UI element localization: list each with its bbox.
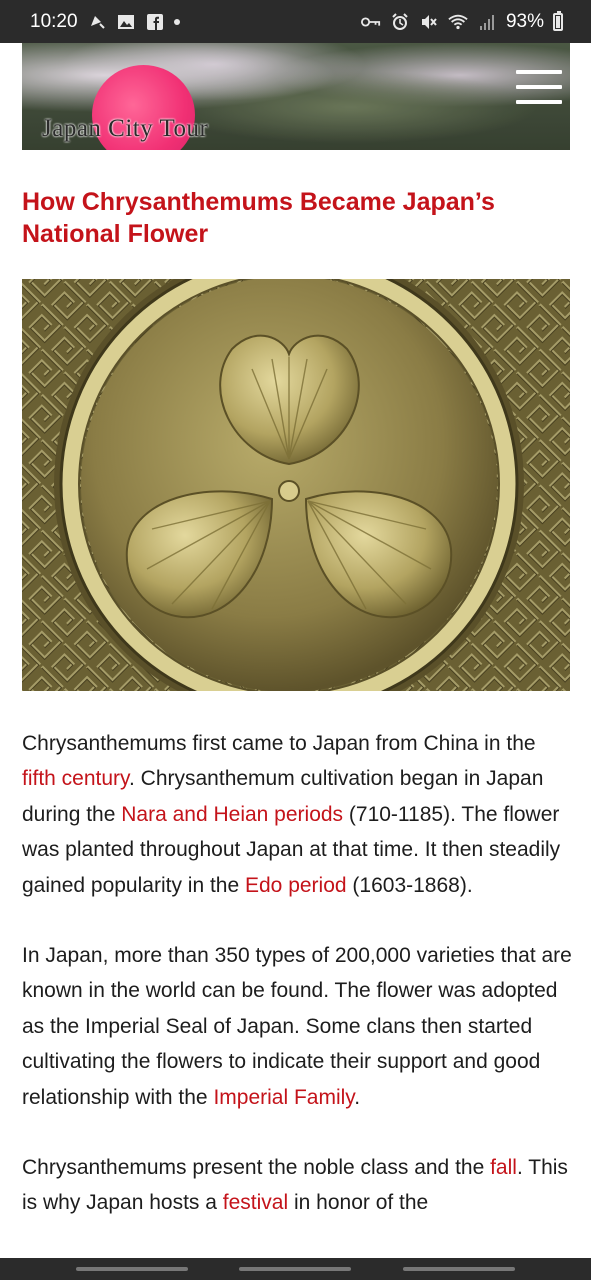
status-right: 93% xyxy=(360,10,563,33)
system-nav-bar xyxy=(0,1258,591,1280)
wifi-icon xyxy=(448,12,468,32)
article-hero-image xyxy=(22,279,570,691)
site-logo[interactable]: Japan City Tour xyxy=(42,115,208,143)
link-edo-period[interactable]: Edo period xyxy=(245,874,347,897)
site-header: Japan City Tour xyxy=(22,43,570,150)
link-festival[interactable]: festival xyxy=(223,1191,288,1214)
notification-muted-icon xyxy=(87,12,107,32)
link-nara-heian-periods[interactable]: Nara and Heian periods xyxy=(121,803,343,826)
status-time: 10:20 xyxy=(30,10,78,32)
logo-circle xyxy=(92,65,195,150)
article-paragraph: Chrysanthemums first came to Japan from … xyxy=(22,726,574,903)
battery-icon xyxy=(553,10,563,31)
paragraph-text: . xyxy=(354,1085,361,1109)
article-paragraph: Chrysanthemums present the noble class a… xyxy=(22,1150,574,1221)
article-title: How Chrysanthemums Became Japan’s Nation… xyxy=(22,188,495,248)
status-bar: 10:20 93% xyxy=(0,0,591,43)
nav-recents-button[interactable] xyxy=(75,1267,188,1271)
nav-home-button[interactable] xyxy=(239,1267,352,1271)
paragraph-text: Chrysanthemums first came to Japan from … xyxy=(22,732,536,755)
menu-line xyxy=(516,85,562,89)
alarm-icon xyxy=(390,12,410,32)
battery-percent: 93% xyxy=(505,10,544,32)
paragraph-text: Chrysanthemums present the noble class a… xyxy=(22,1156,491,1180)
status-left: 10:20 xyxy=(30,11,180,33)
signal-icon xyxy=(477,12,497,32)
more-dot-icon xyxy=(173,18,180,25)
vpn-key-icon xyxy=(360,12,381,32)
paragraph-text: (1603-1868). xyxy=(346,873,473,897)
facebook-icon xyxy=(145,12,165,32)
menu-line xyxy=(516,70,562,74)
link-fifth-century[interactable]: fifth century xyxy=(22,767,129,790)
paragraph-text: In Japan, more than 350 types of 200,000… xyxy=(22,944,572,1109)
paragraph-text: in honor of the xyxy=(288,1191,429,1215)
link-imperial-family[interactable]: Imperial Family xyxy=(213,1086,354,1109)
hamburger-menu-icon[interactable] xyxy=(516,70,562,104)
menu-line xyxy=(516,100,562,104)
article-body: Chrysanthemums first came to Japan from … xyxy=(22,726,574,1256)
nav-back-button[interactable] xyxy=(403,1267,516,1271)
article-paragraph: In Japan, more than 350 types of 200,000… xyxy=(22,938,574,1115)
gallery-icon xyxy=(116,12,136,32)
mute-icon xyxy=(419,12,439,32)
link-fall[interactable]: fall xyxy=(490,1156,517,1179)
